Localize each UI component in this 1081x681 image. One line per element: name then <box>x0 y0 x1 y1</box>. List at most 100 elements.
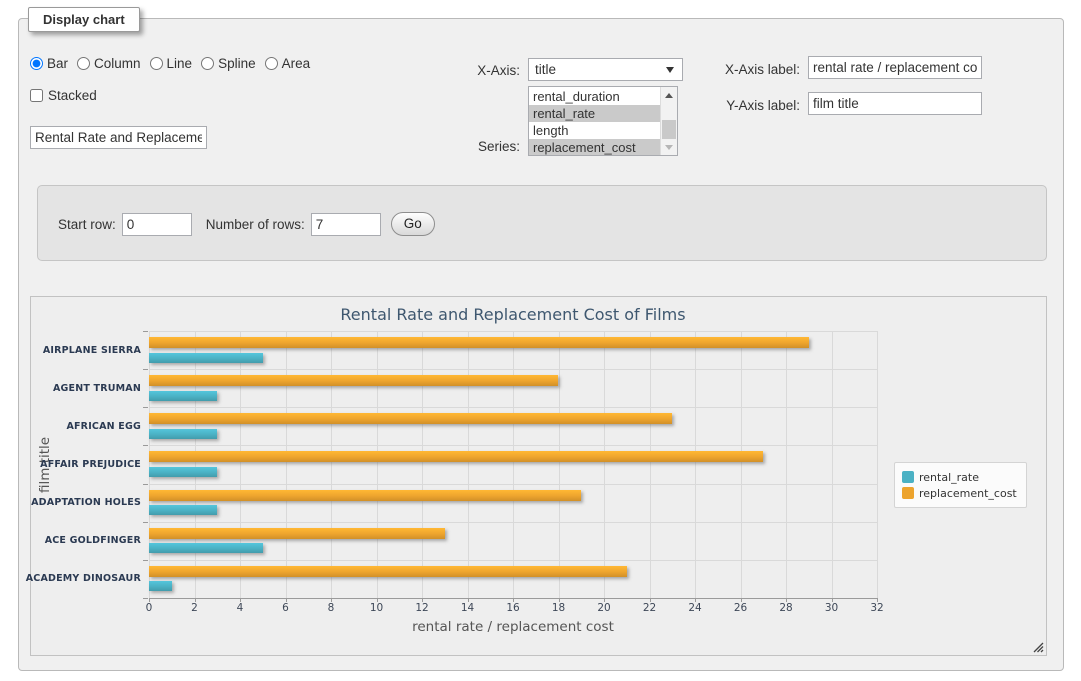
go-button[interactable]: Go <box>391 212 435 236</box>
gridline <box>149 445 877 446</box>
chart-type-area[interactable]: Area <box>265 56 311 71</box>
resize-grip-icon[interactable] <box>1032 641 1044 653</box>
bar-replacement_cost-affair-prejudice[interactable] <box>149 451 763 462</box>
y-tick-mark <box>143 445 148 446</box>
chart-type-radio-bar[interactable] <box>30 57 43 70</box>
series-label: Series: <box>430 139 520 154</box>
gridline <box>832 331 833 598</box>
chart-legend: rental_rate replacement_cost <box>894 462 1027 508</box>
bar-replacement_cost-adaptation-holes[interactable] <box>149 490 581 501</box>
y-tick-mark <box>143 522 148 523</box>
series-option-rental_rate[interactable]: rental_rate <box>529 105 660 122</box>
bar-replacement_cost-ace-goldfinger[interactable] <box>149 528 445 539</box>
x-axis-label: X-Axis: <box>430 63 520 78</box>
stacked-checkbox[interactable] <box>30 89 43 102</box>
bar-replacement_cost-african-egg[interactable] <box>149 413 672 424</box>
gridline <box>786 331 787 598</box>
fieldset-legend: Display chart <box>28 7 140 32</box>
x-axis-selected-value: title <box>535 62 556 77</box>
x-tick-label: 18 <box>552 602 565 614</box>
category-label: ADAPTATION HOLES <box>31 484 141 522</box>
chart-type-radio-label: Area <box>282 56 311 71</box>
scrollbar-thumb[interactable] <box>662 120 676 140</box>
bar-replacement_cost-academy-dinosaur[interactable] <box>149 566 627 577</box>
x-tick-label: 6 <box>282 602 289 614</box>
category-label: AGENT TRUMAN <box>31 369 141 407</box>
x-axis-label-input[interactable] <box>808 56 982 79</box>
chart-type-line[interactable]: Line <box>150 56 193 71</box>
gridline <box>650 331 651 598</box>
gridline <box>468 331 469 598</box>
bar-replacement_cost-airplane-sierra[interactable] <box>149 337 809 348</box>
x-tick-label: 14 <box>461 602 474 614</box>
y-tick-mark <box>143 598 148 599</box>
bar-rental_rate-adaptation-holes[interactable] <box>149 505 217 515</box>
chart-type-bar[interactable]: Bar <box>30 56 68 71</box>
scroll-up-icon[interactable] <box>661 87 677 103</box>
bar-rental_rate-agent-truman[interactable] <box>149 391 217 401</box>
stacked-label: Stacked <box>48 88 97 103</box>
y-tick-mark <box>143 369 148 370</box>
chart-type-radio-label: Column <box>94 56 141 71</box>
y-tick-mark <box>143 560 148 561</box>
category-label: ACE GOLDFINGER <box>31 522 141 560</box>
bar-rental_rate-academy-dinosaur[interactable] <box>149 581 172 591</box>
listbox-scrollbar[interactable] <box>660 87 677 155</box>
chart-title-input[interactable] <box>30 126 207 149</box>
x-tick-label: 16 <box>506 602 519 614</box>
gridline <box>513 331 514 598</box>
scroll-down-icon[interactable] <box>661 139 677 155</box>
chart-type-radio-area[interactable] <box>265 57 278 70</box>
chart-type-radio-line[interactable] <box>150 57 163 70</box>
chevron-down-icon <box>666 67 674 73</box>
y-tick-mark <box>143 407 148 408</box>
x-tick-label: 0 <box>146 602 153 614</box>
gridline <box>286 331 287 598</box>
chart-type-radio-spline[interactable] <box>201 57 214 70</box>
gridline <box>149 331 877 332</box>
chart-type-radio-column[interactable] <box>77 57 90 70</box>
gridline <box>331 331 332 598</box>
bar-replacement_cost-agent-truman[interactable] <box>149 375 558 386</box>
chart-x-axis-title: rental rate / replacement cost <box>149 619 877 635</box>
legend-item-rental_rate[interactable]: rental_rate <box>902 469 1017 485</box>
chart-type-column[interactable]: Column <box>77 56 141 71</box>
query-panel: Start row: Number of rows: Go <box>37 185 1047 261</box>
series-option-replacement_cost[interactable]: replacement_cost <box>529 139 660 156</box>
x-tick-label: 10 <box>370 602 383 614</box>
legend-label: replacement_cost <box>919 487 1017 500</box>
gridline <box>149 369 877 370</box>
legend-swatch-icon <box>902 487 914 499</box>
gridline <box>377 331 378 598</box>
x-tick-label: 12 <box>415 602 428 614</box>
plot-area <box>149 331 877 598</box>
x-tick-label: 4 <box>237 602 244 614</box>
bar-rental_rate-airplane-sierra[interactable] <box>149 353 263 363</box>
x-tick-label: 2 <box>191 602 198 614</box>
y-axis-label-input[interactable] <box>808 92 982 115</box>
series-multiselect[interactable]: rental_durationrental_ratelengthreplacem… <box>528 86 678 156</box>
legend-item-replacement_cost[interactable]: replacement_cost <box>902 485 1017 501</box>
gridline <box>195 331 196 598</box>
chart-container: Rental Rate and Replacement Cost of Film… <box>30 296 1047 656</box>
stacked-row: Stacked <box>30 88 97 103</box>
start-row-input[interactable] <box>122 213 192 236</box>
x-tick-label: 24 <box>688 602 701 614</box>
legend-label: rental_rate <box>919 471 979 484</box>
series-option-length[interactable]: length <box>529 122 660 139</box>
gridline <box>604 331 605 598</box>
x-axis-select[interactable]: title <box>528 58 683 81</box>
category-label: AFFAIR PREJUDICE <box>31 445 141 483</box>
start-row-label: Start row: <box>58 217 116 232</box>
bar-rental_rate-affair-prejudice[interactable] <box>149 467 217 477</box>
gridline <box>149 522 877 523</box>
bar-rental_rate-african-egg[interactable] <box>149 429 217 439</box>
chart-type-radio-group: Bar Column Line Spline Area <box>30 56 319 71</box>
bar-rental_rate-ace-goldfinger[interactable] <box>149 543 263 553</box>
chart-type-spline[interactable]: Spline <box>201 56 256 71</box>
gridline <box>877 331 878 598</box>
num-rows-input[interactable] <box>311 213 381 236</box>
x-tick-label: 26 <box>734 602 747 614</box>
series-option-rental_duration[interactable]: rental_duration <box>529 88 660 105</box>
category-label: ACADEMY DINOSAUR <box>31 560 141 598</box>
